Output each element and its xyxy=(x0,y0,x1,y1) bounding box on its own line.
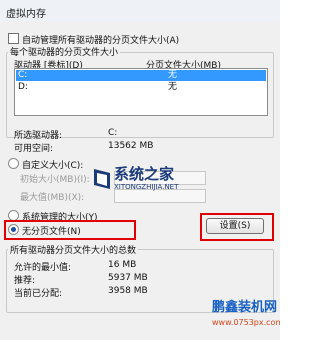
watermark-cn-text: 系统之家 xyxy=(114,165,175,183)
recommended-value: 5937 MB xyxy=(108,273,148,283)
selected-drive-value: C: xyxy=(108,128,118,138)
min-allowed-label: 允许的最小值: xyxy=(14,263,72,273)
drive-row-d[interactable]: D: 无 xyxy=(16,82,266,93)
watermark-logo-icon xyxy=(94,169,110,189)
min-allowed-value: 16 MB xyxy=(108,260,137,270)
drive-list[interactable]: C: 无 D: 无 xyxy=(14,68,268,116)
no-paging-label: 无分页文件(N) xyxy=(22,227,81,237)
set-button[interactable]: 设置(S) xyxy=(206,218,264,234)
brand-watermark: 鹏鑫装机网 www.0753px.com xyxy=(210,292,280,340)
virtual-memory-dialog: 虚拟内存 自动管理所有驱动器的分页文件大小(A) 每个驱动器的分页文件大小 驱动… xyxy=(0,0,280,340)
auto-manage-box[interactable] xyxy=(8,33,19,44)
xitongzhijia-watermark: 系统之家 XITONGZHIJIA.NET xyxy=(92,163,182,197)
brand-url: www.0753px.com xyxy=(212,318,280,327)
drive-size: 无 xyxy=(168,82,178,92)
drive-size: 无 xyxy=(168,70,178,80)
drive-row-c[interactable]: C: 无 xyxy=(16,70,266,81)
recommended-label: 推荐: xyxy=(14,276,36,286)
brand-name: 鹏鑫装机网 xyxy=(212,300,278,315)
window-title: 虚拟内存 xyxy=(6,9,46,20)
custom-size-label: 自定义大小(C): xyxy=(22,161,84,171)
custom-size-radio-circle[interactable] xyxy=(8,158,19,169)
drive-letter: D: xyxy=(18,82,28,92)
initial-size-label: 初始大小(MB)(I): xyxy=(20,175,90,185)
current-allocated-value: 3958 MB xyxy=(108,286,148,296)
drive-letter: C: xyxy=(18,70,28,80)
totals-group-legend: 所有驱动器分页文件大小的总数 xyxy=(8,243,139,256)
free-space-value: 13562 MB xyxy=(108,141,154,151)
current-allocated-label: 当前已分配: xyxy=(14,289,63,299)
title-bar: 虚拟内存 xyxy=(0,0,280,22)
no-paging-radio-circle[interactable] xyxy=(8,224,19,235)
drives-group-legend: 每个驱动器的分页文件大小 xyxy=(8,45,121,58)
max-size-label: 最大值(MB)(X): xyxy=(20,193,85,203)
free-space-label: 可用空间: xyxy=(14,144,54,154)
selected-drive-label: 所选驱动器: xyxy=(14,131,63,141)
radio-selected-dot xyxy=(11,227,16,232)
watermark-en-text: XITONGZHIJIA.NET xyxy=(114,183,179,191)
